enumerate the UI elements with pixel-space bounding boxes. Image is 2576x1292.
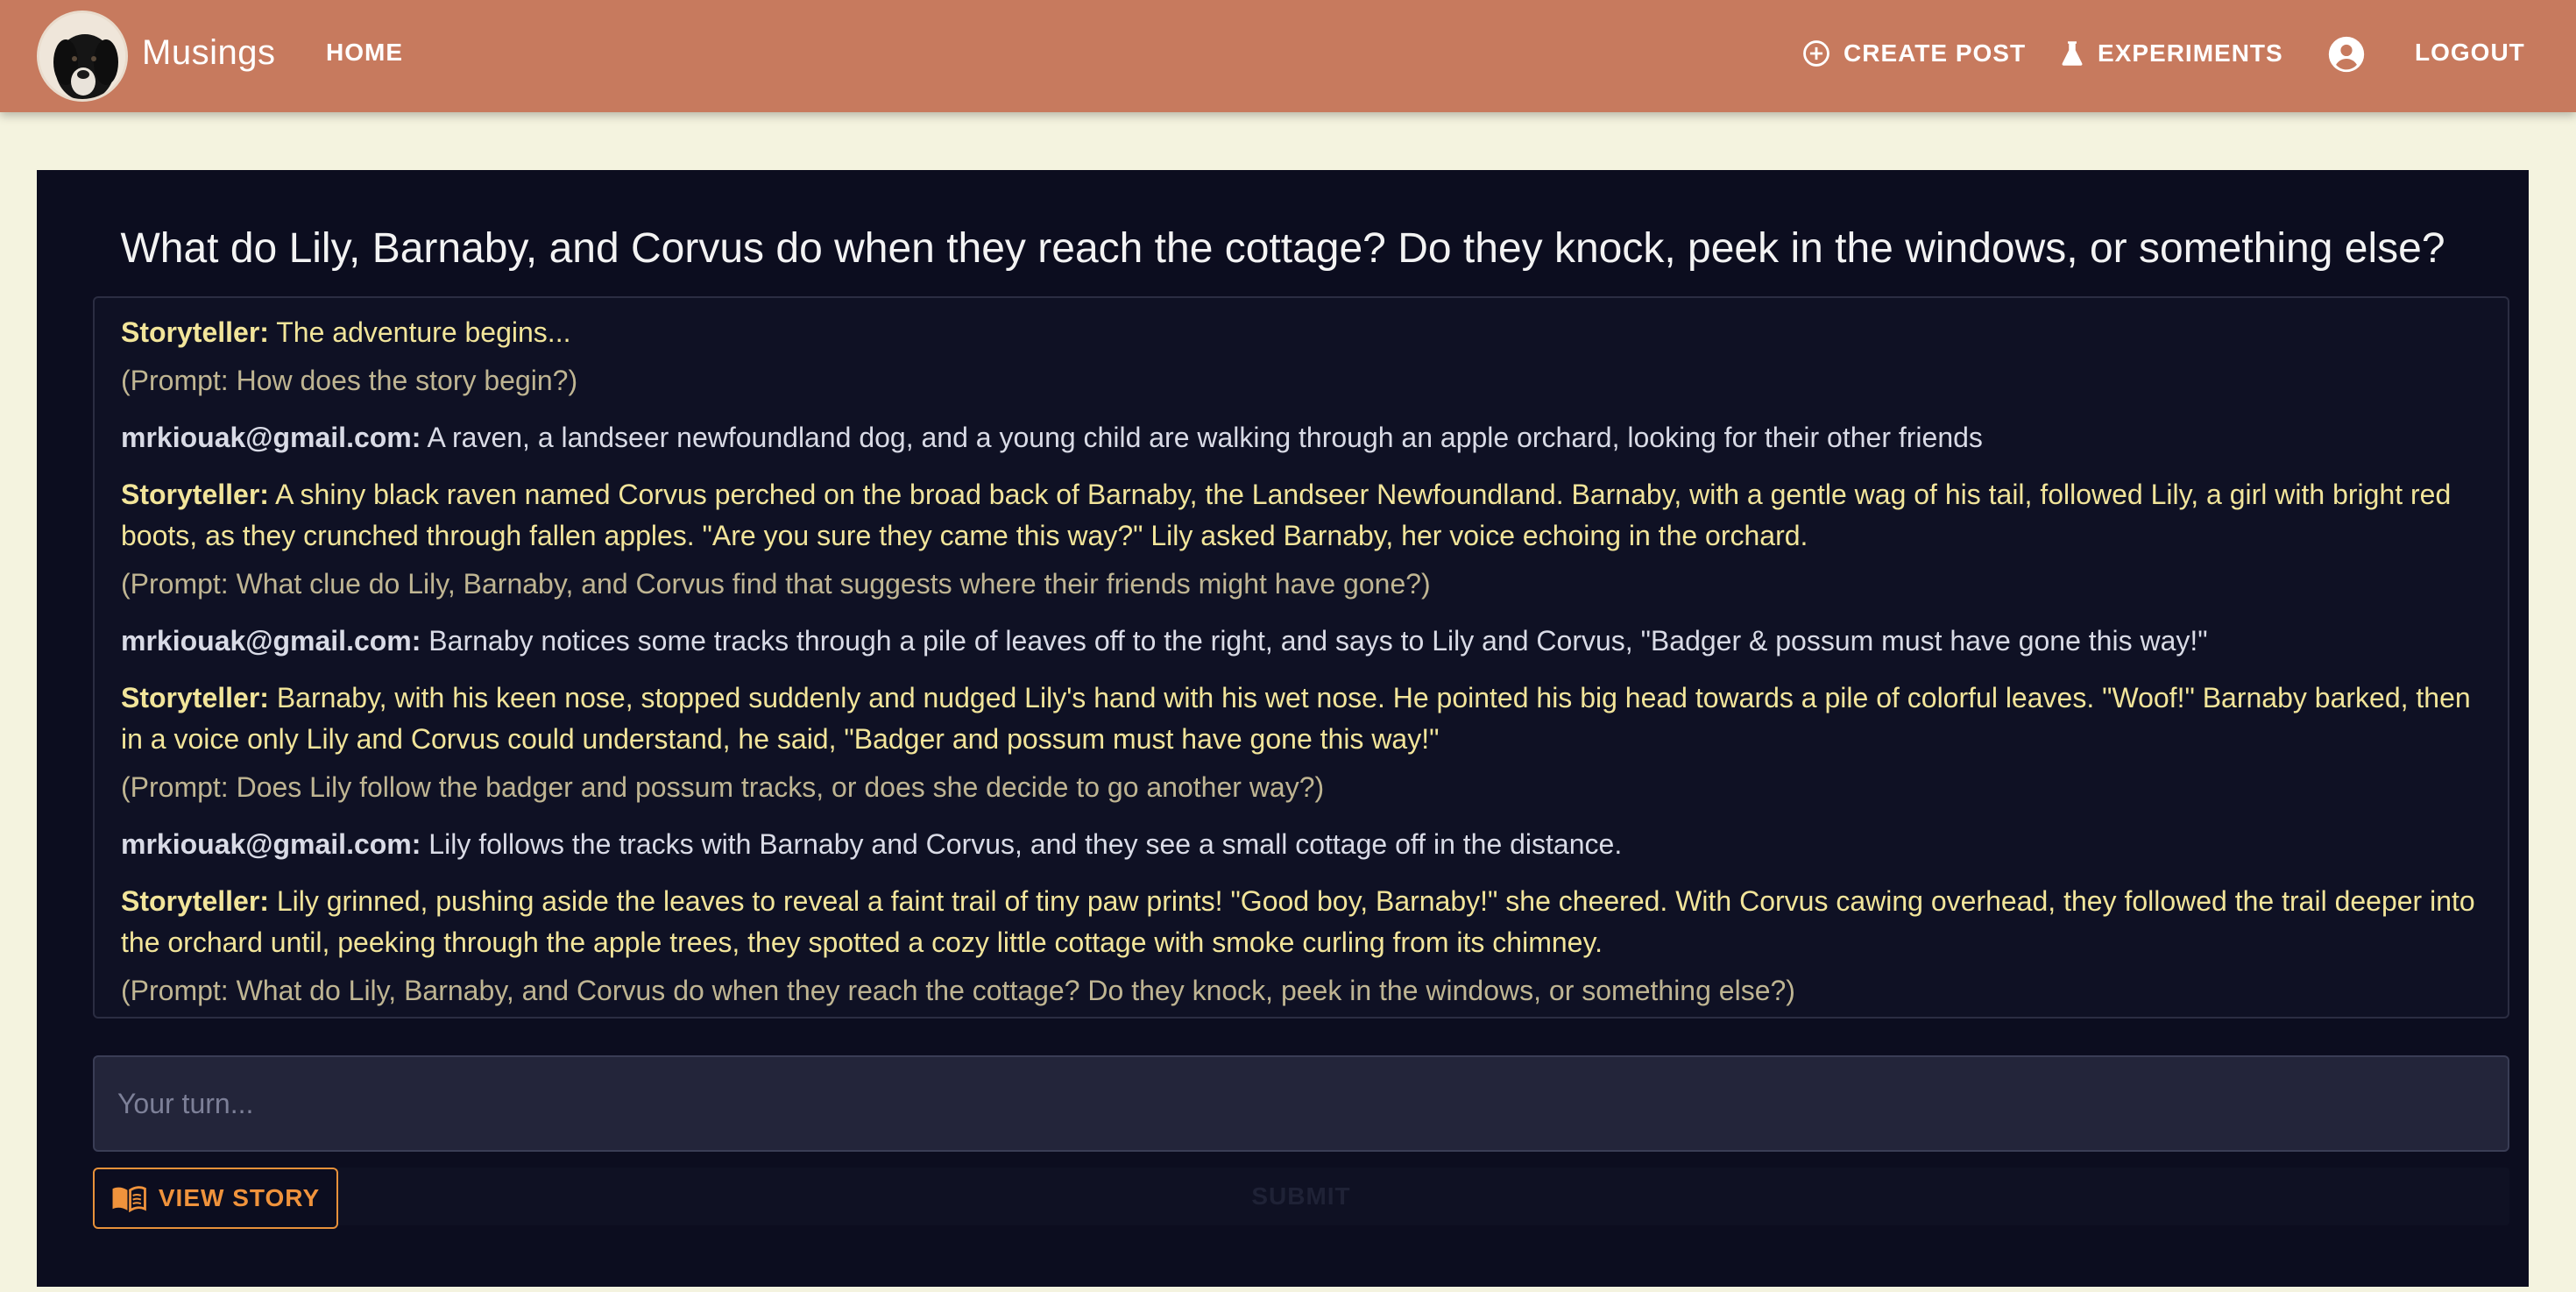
story-entry: Storyteller: The adventure begins... (Pr…	[121, 312, 2481, 401]
entry-text: A shiny black raven named Corvus perched…	[121, 479, 2452, 551]
account-circle-icon	[2328, 36, 2365, 73]
dog-avatar-icon	[39, 13, 125, 99]
submit-label: SUBMIT	[1251, 1182, 1351, 1210]
submit-button[interactable]: SUBMIT	[93, 1168, 2509, 1225]
app-bar: Musings HOME CREATE POST EXPERIMENTS LOG…	[0, 0, 2576, 112]
brand-title[interactable]: Musings	[142, 33, 275, 73]
entry-speaker: mrkiouak@gmail.com:	[121, 625, 421, 657]
entry-text: Barnaby notices some tracks through a pi…	[428, 625, 2208, 657]
flask-icon	[2062, 41, 2083, 66]
logout-label: LOGOUT	[2415, 39, 2525, 66]
view-story-button[interactable]: VIEW STORY	[93, 1168, 338, 1229]
entry-speaker: Storyteller:	[121, 316, 269, 348]
nav-home-button[interactable]: HOME	[326, 39, 403, 67]
experiments-label: EXPERIMENTS	[2098, 39, 2283, 67]
entry-text: Lily grinned, pushing aside the leaves t…	[121, 885, 2475, 958]
entry-speaker: Storyteller:	[121, 885, 269, 917]
entry-text: Lily follows the tracks with Barnaby and…	[428, 828, 1623, 860]
entry-speaker: Storyteller:	[121, 682, 269, 713]
entry-prompt: (Prompt: Does Lily follow the badger and…	[121, 771, 1325, 803]
add-circle-icon	[1803, 40, 1829, 67]
story-panel: What do Lily, Barnaby, and Corvus do whe…	[37, 170, 2529, 1287]
account-button[interactable]	[2327, 35, 2366, 74]
nav-home-label: HOME	[326, 39, 403, 66]
entry-speaker: mrkiouak@gmail.com:	[121, 828, 421, 860]
story-entry: mrkiouak@gmail.com: Lily follows the tra…	[121, 824, 2481, 865]
experiments-button[interactable]: EXPERIMENTS	[2059, 39, 2283, 68]
entry-text: A raven, a landseer newfoundland dog, an…	[427, 422, 1983, 453]
brand-logo[interactable]	[37, 11, 128, 102]
create-post-button[interactable]: CREATE POST	[1801, 39, 2026, 68]
story-entry: Storyteller: Lily grinned, pushing aside…	[121, 881, 2481, 1012]
story-entry: Storyteller: A shiny black raven named C…	[121, 474, 2481, 605]
logout-button[interactable]: LOGOUT	[2415, 39, 2525, 67]
story-log[interactable]: Storyteller: The adventure begins... (Pr…	[93, 296, 2509, 1019]
entry-prompt: (Prompt: What do Lily, Barnaby, and Corv…	[121, 975, 1795, 1006]
your-turn-input[interactable]	[93, 1055, 2509, 1152]
story-entry: mrkiouak@gmail.com: A raven, a landseer …	[121, 417, 2481, 458]
book-icon	[112, 1186, 146, 1212]
story-entry: Storyteller: Barnaby, with his keen nose…	[121, 678, 2481, 808]
view-story-label: VIEW STORY	[158, 1184, 321, 1211]
entry-text: The adventure begins...	[276, 316, 571, 348]
entry-prompt: (Prompt: What clue do Lily, Barnaby, and…	[121, 568, 1431, 600]
entry-text: Barnaby, with his keen nose, stopped sud…	[121, 682, 2471, 755]
create-post-label: CREATE POST	[1844, 39, 2027, 67]
current-question: What do Lily, Barnaby, and Corvus do whe…	[120, 225, 2445, 272]
entry-speaker: Storyteller:	[121, 479, 269, 510]
story-entry: mrkiouak@gmail.com: Barnaby notices some…	[121, 621, 2481, 662]
entry-prompt: (Prompt: How does the story begin?)	[121, 365, 578, 396]
entry-speaker: mrkiouak@gmail.com:	[121, 422, 421, 453]
